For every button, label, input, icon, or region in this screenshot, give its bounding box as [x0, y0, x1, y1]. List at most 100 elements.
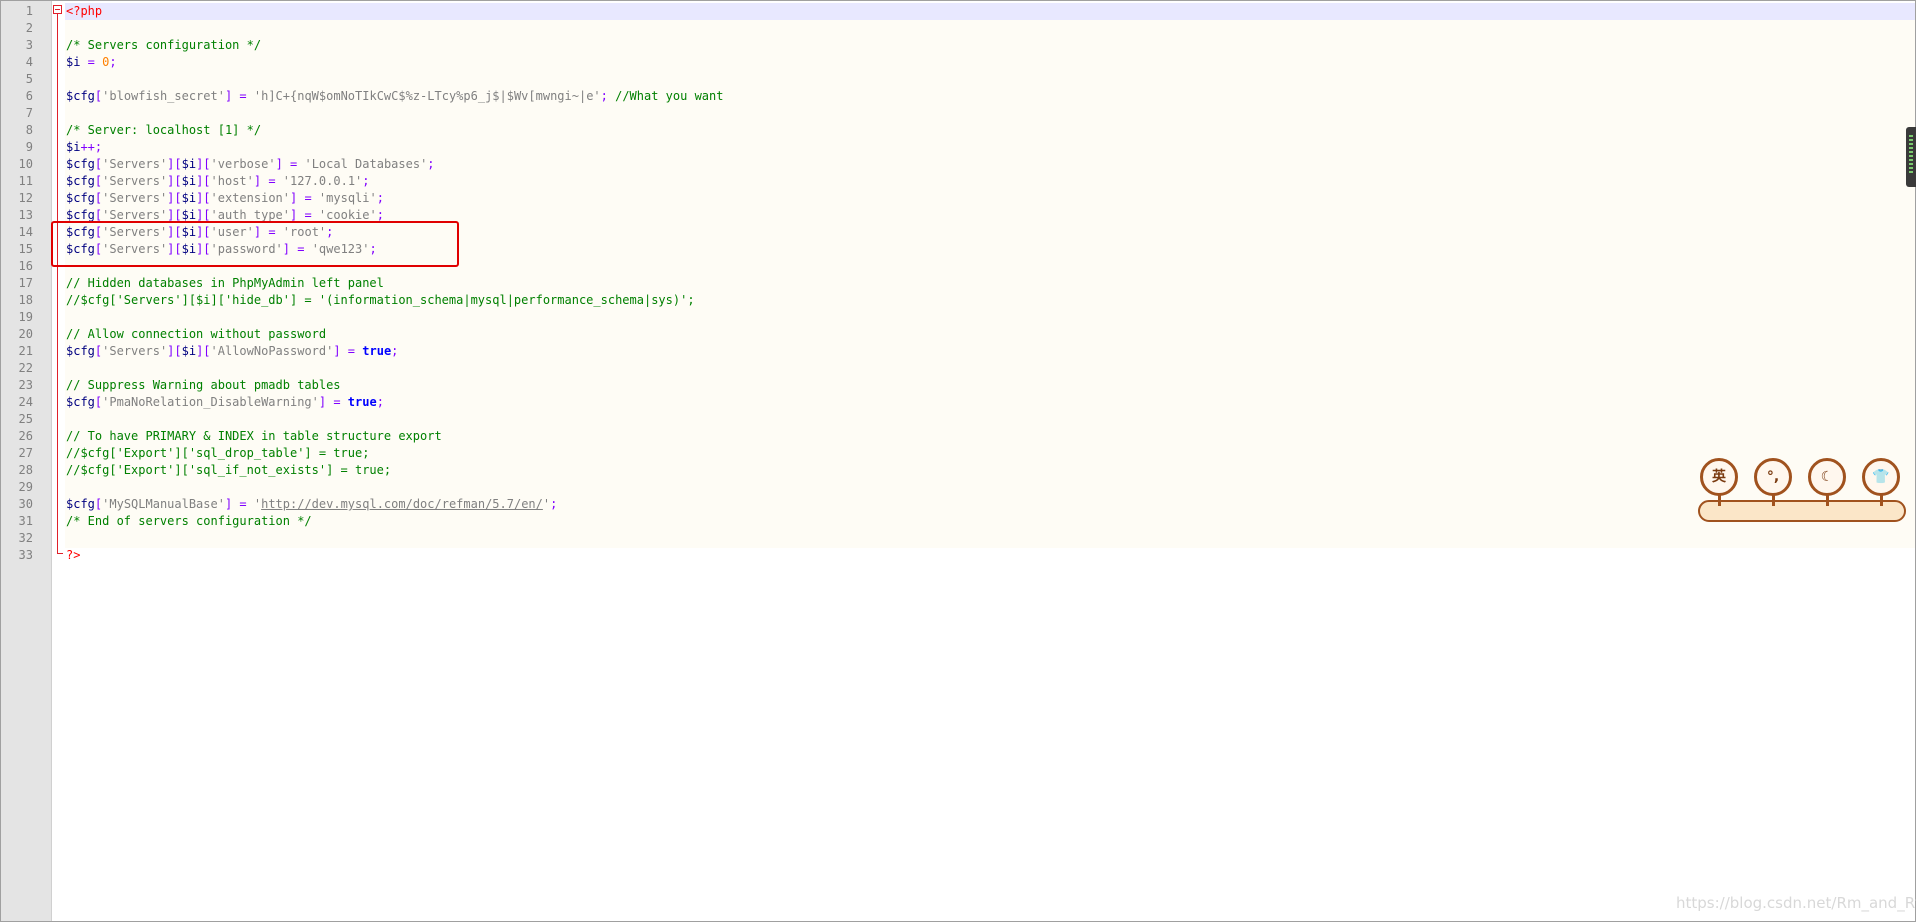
code-line[interactable]: [66, 530, 1666, 547]
code-line[interactable]: // To have PRIMARY & INDEX in table stru…: [66, 428, 1666, 445]
code-link[interactable]: http://dev.mysql.com/doc/refman/5.7/en/: [261, 497, 543, 511]
code-token: <?php: [66, 4, 103, 18]
code-line[interactable]: $cfg['blowfish_secret'] = 'h]C+{nqW$omNo…: [66, 88, 1666, 105]
code-line[interactable]: [66, 105, 1666, 122]
code-token: 'Local Databases': [304, 157, 428, 171]
code-token: $cfg: [66, 344, 95, 358]
code-token: ] =: [224, 89, 254, 103]
code-token: ;: [376, 208, 384, 222]
code-token: true: [347, 395, 377, 409]
line-number: 3: [25, 38, 33, 52]
code-line[interactable]: [66, 479, 1666, 496]
code-text-area[interactable]: <?php /* Servers configuration */ $i = 0;…: [66, 3, 1666, 564]
line-number-gutter: 1 2 3 4 5 6 7 8 9 10 11 12 13 14 15 16 17 18 19 20 21 22 23 24 2…: [1, 1, 52, 921]
code-line[interactable]: $i++;: [66, 139, 1666, 156]
code-line[interactable]: [66, 20, 1666, 37]
line-number: 1: [25, 4, 33, 18]
line-number: 2: [25, 21, 33, 35]
code-token: 'PmaNoRelation_DisableWarning': [102, 395, 319, 409]
fold-guide-end: [57, 553, 63, 554]
code-token: 'Servers': [102, 174, 168, 188]
skin-shirt-icon[interactable]: 👕: [1862, 458, 1900, 496]
code-token: ] =: [318, 395, 348, 409]
line-number: 23: [18, 378, 33, 392]
line-number: 6: [25, 89, 33, 103]
side-handle-icon[interactable]: [1906, 127, 1916, 187]
code-line[interactable]: // Hidden databases in PhpMyAdmin left p…: [66, 275, 1666, 292]
code-line[interactable]: $cfg['Servers'][$i]['verbose'] = 'Local …: [66, 156, 1666, 173]
code-token: //What you want: [615, 89, 724, 103]
line-number: 25: [18, 412, 33, 426]
code-line[interactable]: <?php: [66, 3, 1666, 20]
line-number: 33: [18, 548, 33, 562]
code-line[interactable]: //$cfg['Export']['sql_drop_table'] = tru…: [66, 445, 1666, 462]
line-number: 11: [18, 174, 33, 188]
line-number: 20: [18, 327, 33, 341]
code-token: 'verbose': [210, 157, 276, 171]
code-token: ;: [550, 497, 558, 511]
code-token: =: [80, 55, 103, 69]
code-line[interactable]: $cfg['PmaNoRelation_DisableWarning'] = t…: [66, 394, 1666, 411]
code-line[interactable]: $cfg['Servers'][$i]['host'] = '127.0.0.1…: [66, 173, 1666, 190]
code-token: $cfg: [66, 208, 95, 222]
code-token: ++;: [80, 140, 103, 154]
code-token: 'h]C+{nqW$omNoTIkCwC$%z-LTcy%p6_j$|$Wv[m…: [253, 89, 601, 103]
english-mode-icon[interactable]: 英: [1700, 458, 1738, 496]
watermark: https://blog.csdn.net/Rm_and_Rf: [1676, 894, 1916, 912]
code-token: //$cfg['Export']['sql_if_not_exists'] = …: [66, 463, 392, 477]
code-line[interactable]: [66, 360, 1666, 377]
code-line[interactable]: $cfg['MySQLManualBase'] = 'http://dev.my…: [66, 496, 1666, 513]
code-token: $i: [181, 208, 197, 222]
fold-collapse-icon[interactable]: [53, 5, 62, 14]
fold-guide-line: [57, 14, 58, 553]
punctuation-icon[interactable]: °,: [1754, 458, 1792, 496]
line-number: 15: [18, 242, 33, 256]
code-token: //$cfg['Servers'][$i]['hide_db'] = '(inf…: [66, 293, 695, 307]
line-number: 8: [25, 123, 33, 137]
code-line[interactable]: $cfg['Servers'][$i]['AllowNoPassword'] =…: [66, 343, 1666, 360]
ime-toolbar[interactable]: 英 °, ☾ 👕: [1698, 456, 1908, 526]
code-line[interactable]: /* Server: localhost [1] */: [66, 122, 1666, 139]
code-token: /* Servers configuration */: [66, 38, 262, 52]
code-line[interactable]: $i = 0;: [66, 54, 1666, 71]
code-token: ;: [391, 344, 399, 358]
code-token: ][: [196, 157, 211, 171]
line-number: 13: [18, 208, 33, 222]
line-number: 19: [18, 310, 33, 324]
code-token: ] =: [333, 344, 363, 358]
code-line[interactable]: // Suppress Warning about pmadb tables: [66, 377, 1666, 394]
code-token: ][: [167, 208, 182, 222]
code-token: true: [362, 344, 392, 358]
code-token: $i: [181, 174, 197, 188]
code-editor[interactable]: 1 2 3 4 5 6 7 8 9 10 11 12 13 14 15 16 17 18 19 20 21 22 23 24 2…: [0, 0, 1916, 922]
code-token: ] =: [290, 191, 319, 205]
line-number: 17: [18, 276, 33, 290]
code-token: ][: [167, 191, 182, 205]
code-token: ?>: [66, 548, 81, 562]
code-token: 'MySQLManualBase': [102, 497, 225, 511]
code-token: // Allow connection without password: [66, 327, 327, 341]
code-token: 'auth_type': [210, 208, 291, 222]
code-token: /* Server: localhost [1] */: [66, 123, 262, 137]
code-token: ][: [167, 157, 182, 171]
code-line[interactable]: [66, 411, 1666, 428]
code-token: ][: [167, 344, 182, 358]
code-line[interactable]: //$cfg['Export']['sql_if_not_exists'] = …: [66, 462, 1666, 479]
code-line[interactable]: /* End of servers configuration */: [66, 513, 1666, 530]
code-line[interactable]: /* Servers configuration */: [66, 37, 1666, 54]
line-number: 7: [25, 106, 33, 120]
code-token: $i: [181, 191, 197, 205]
half-width-moon-icon[interactable]: ☾: [1808, 458, 1846, 496]
code-token: ][: [167, 174, 182, 188]
code-line[interactable]: // Allow connection without password: [66, 326, 1666, 343]
code-line[interactable]: //$cfg['Servers'][$i]['hide_db'] = '(inf…: [66, 292, 1666, 309]
line-number: 18: [18, 293, 33, 307]
code-token: ] =: [224, 497, 254, 511]
code-line[interactable]: [66, 309, 1666, 326]
code-token: $cfg: [66, 89, 95, 103]
code-token: ] =: [275, 157, 305, 171]
code-token: 'cookie': [318, 208, 377, 222]
code-line[interactable]: $cfg['Servers'][$i]['extension'] = 'mysq…: [66, 190, 1666, 207]
code-line[interactable]: ?>: [66, 547, 1666, 564]
code-line[interactable]: [66, 71, 1666, 88]
